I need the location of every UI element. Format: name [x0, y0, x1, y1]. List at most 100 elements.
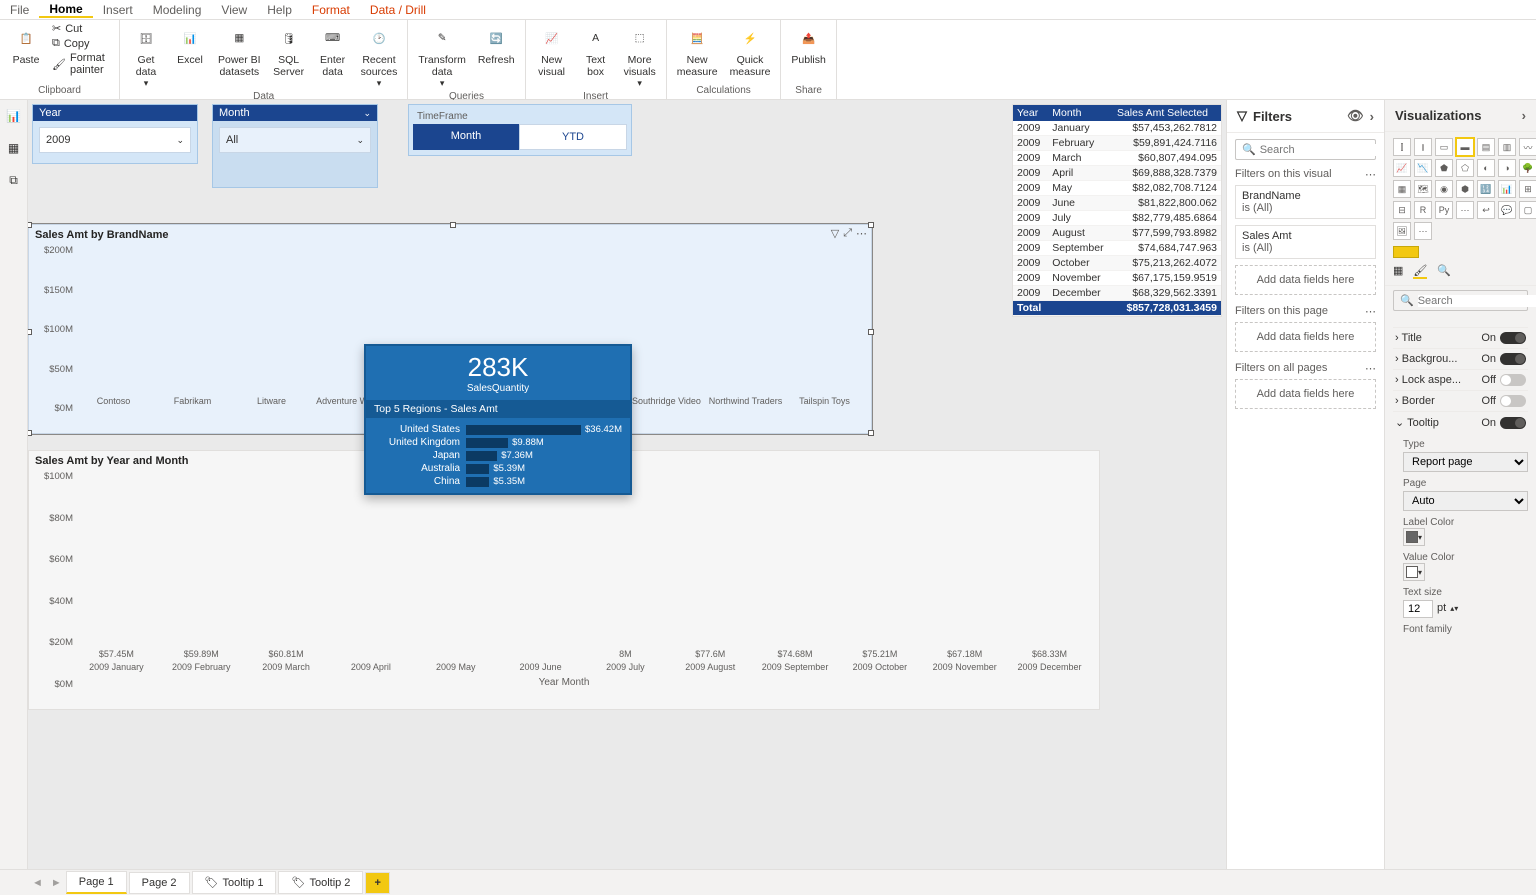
viz-type-12[interactable]: ◑ [1498, 159, 1516, 177]
viz-type-22[interactable]: R [1414, 201, 1432, 219]
prop-lock-aspect[interactable]: › Lock aspe...Off [1393, 369, 1528, 390]
page-tab-2[interactable]: Page 2 [129, 872, 190, 894]
viz-type-27[interactable]: ▢ [1519, 201, 1536, 219]
recent-sources-button[interactable]: 🕑Recent sources▾ [355, 22, 404, 91]
transform-data-button[interactable]: ✎Transform data▾ [412, 22, 471, 91]
viz-search-input[interactable] [1418, 295, 1536, 307]
add-page-button[interactable]: + [365, 872, 389, 894]
chart-filter-icon[interactable]: ▽ [831, 227, 839, 240]
pbi-datasets-button[interactable]: ▦Power BI datasets [212, 22, 267, 80]
viz-type-17[interactable]: ⬢ [1456, 180, 1474, 198]
viz-type-7[interactable]: 📈 [1393, 159, 1411, 177]
viz-type-9[interactable]: ⬟ [1435, 159, 1453, 177]
tooltip-type-select[interactable]: Report page [1403, 452, 1528, 472]
prop-title[interactable]: › TitleOn [1393, 327, 1528, 348]
viz-type-10[interactable]: ⬠ [1456, 159, 1474, 177]
filters-search[interactable]: 🔍 [1235, 139, 1376, 160]
viz-search[interactable]: 🔍 [1393, 290, 1528, 311]
tab-prev[interactable]: ◄ [28, 877, 47, 889]
page-tab-1[interactable]: Page 1 [66, 871, 127, 894]
viz-collapse-icon[interactable]: › [1522, 108, 1526, 123]
viz-type-20[interactable]: ⊞ [1519, 180, 1536, 198]
month-slicer-value[interactable]: All⌄ [219, 127, 371, 153]
enter-data-button[interactable]: ⌨Enter data [311, 22, 355, 80]
viz-type-18[interactable]: 🔢 [1477, 180, 1495, 198]
fields-tab-icon[interactable]: ▦ [1393, 264, 1403, 279]
prop-background[interactable]: › Backgrou...On [1393, 348, 1528, 369]
format-tab-icon[interactable]: 🖌 [1413, 264, 1427, 279]
viz-type-5[interactable]: ▥ [1498, 138, 1516, 156]
prop-tooltip[interactable]: ⌄ TooltipOn [1393, 411, 1528, 433]
page-tab-tooltip1[interactable]: 🏷 Tooltip 1 [192, 871, 277, 894]
viz-type-15[interactable]: 🗺 [1414, 180, 1432, 198]
new-measure-button[interactable]: 🧮New measure [671, 22, 724, 80]
sales-table[interactable]: YearMonthSales Amt Selected2009January$5… [1012, 104, 1222, 317]
text-box-button[interactable]: AText box [574, 22, 618, 80]
publish-button[interactable]: 📤Publish [785, 22, 831, 68]
tooltip-page-select[interactable]: Auto [1403, 491, 1528, 511]
sql-server-button[interactable]: 🛢SQL Server [267, 22, 311, 80]
format-painter-button[interactable]: 🖌 Format painter [52, 52, 115, 76]
chart-more-icon[interactable]: ⋯ [856, 227, 867, 240]
year-slicer[interactable]: Year 2009⌄ [32, 104, 198, 164]
value-color-swatch[interactable]: ▾ [1403, 563, 1425, 581]
filter-card-salesamt[interactable]: Sales Amtis (All) [1235, 225, 1376, 259]
tab-next[interactable]: ► [47, 877, 66, 889]
report-canvas[interactable]: Year 2009⌄ Month⌄ All⌄ TimeFrame Month Y… [28, 100, 1226, 869]
menu-format[interactable]: Format [302, 3, 360, 17]
viz-type-21[interactable]: ⊟ [1393, 201, 1411, 219]
get-data-button[interactable]: 🗄Get data▾ [124, 22, 168, 91]
month-slicer[interactable]: Month⌄ All⌄ [212, 104, 378, 188]
menu-help[interactable]: Help [257, 3, 302, 17]
menu-home[interactable]: Home [39, 2, 92, 18]
viz-type-14[interactable]: ▦ [1393, 180, 1411, 198]
new-visual-button[interactable]: 📈New visual [530, 22, 574, 80]
viz-type-2[interactable]: ▭ [1435, 138, 1453, 156]
report-view-icon[interactable]: 📊 [0, 100, 27, 132]
viz-type-8[interactable]: 📉 [1414, 159, 1432, 177]
refresh-button[interactable]: 🔄Refresh [472, 22, 521, 68]
viz-type-13[interactable]: 🌳 [1519, 159, 1536, 177]
prop-border[interactable]: › BorderOff [1393, 390, 1528, 411]
filter-card-brandname[interactable]: BrandNameis (All) [1235, 185, 1376, 219]
text-size-input[interactable] [1403, 600, 1433, 618]
viz-type-24[interactable]: ⋯ [1456, 201, 1474, 219]
timeframe-month[interactable]: Month [413, 124, 519, 150]
quick-measure-button[interactable]: ⚡Quick measure [724, 22, 777, 80]
paste-button[interactable]: 📋Paste [4, 22, 48, 68]
filters-drop-visual[interactable]: Add data fields here [1235, 265, 1376, 295]
year-slicer-value[interactable]: 2009⌄ [39, 127, 191, 153]
viz-type-19[interactable]: 📊 [1498, 180, 1516, 198]
menu-modeling[interactable]: Modeling [143, 3, 212, 17]
chart-focus-icon[interactable]: ⤢ [843, 227, 852, 240]
timeframe-ytd[interactable]: YTD [519, 124, 627, 150]
filters-drop-all[interactable]: Add data fields here [1235, 379, 1376, 409]
viz-type-0[interactable]: ⫿ [1393, 138, 1411, 156]
excel-button[interactable]: 📊Excel [168, 22, 212, 68]
analytics-tab-icon[interactable]: 🔍 [1437, 264, 1451, 279]
viz-type-6[interactable]: 〰 [1519, 138, 1536, 156]
viz-type-25[interactable]: ↩ [1477, 201, 1495, 219]
copy-button[interactable]: ⧉ Copy [52, 37, 115, 50]
filters-drop-page[interactable]: Add data fields here [1235, 322, 1376, 352]
filters-search-input[interactable] [1260, 144, 1384, 156]
label-color-swatch[interactable]: ▾ [1403, 528, 1425, 546]
model-view-icon[interactable]: ⧉ [0, 164, 27, 196]
menu-insert[interactable]: Insert [93, 3, 143, 17]
menu-data-drill[interactable]: Data / Drill [360, 3, 436, 17]
viz-type-3[interactable]: ▬ [1456, 138, 1474, 156]
viz-type-4[interactable]: ▤ [1477, 138, 1495, 156]
menu-view[interactable]: View [211, 3, 257, 17]
cut-button[interactable]: ✂ Cut [52, 22, 115, 35]
viz-type-23[interactable]: Py [1435, 201, 1453, 219]
viz-type-1[interactable]: ⫾ [1414, 138, 1432, 156]
viz-type-11[interactable]: ◐ [1477, 159, 1495, 177]
more-visuals-button[interactable]: ⬚More visuals▾ [618, 22, 662, 91]
filters-visibility-icon[interactable]: 👁 [1347, 108, 1364, 124]
viz-type-16[interactable]: ◉ [1435, 180, 1453, 198]
viz-type-28[interactable]: 🖼 [1393, 222, 1411, 240]
viz-type-26[interactable]: 💬 [1498, 201, 1516, 219]
data-view-icon[interactable]: ▦ [0, 132, 27, 164]
viz-type-29[interactable]: ⋯ [1414, 222, 1432, 240]
filters-collapse-icon[interactable]: › [1370, 109, 1374, 124]
